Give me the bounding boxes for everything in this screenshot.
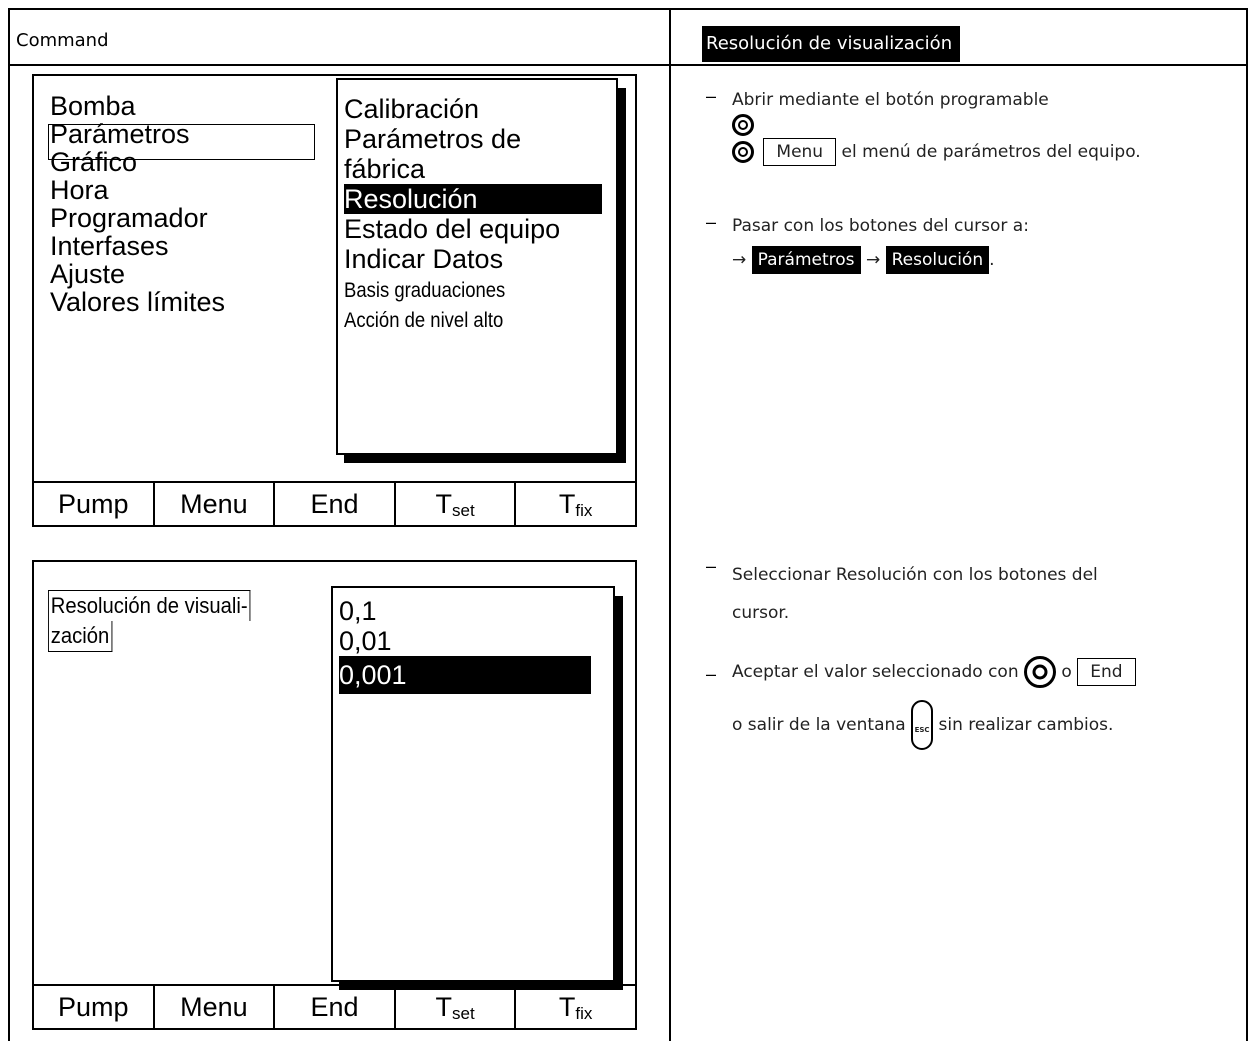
step2-dash: –	[706, 212, 717, 232]
menu-item-bomba[interactable]: Bomba	[50, 92, 225, 120]
knob-icon[interactable]	[1024, 656, 1057, 688]
step2-line2: → Parámetros → Resolución.	[732, 246, 1242, 274]
step4-line1: Aceptar el valor seleccionado con o End	[732, 656, 1242, 688]
step1-line1: Abrir mediante el botón programable	[732, 90, 1049, 110]
step4-dash: –	[706, 664, 717, 684]
softkey-tset[interactable]: Tset	[396, 483, 517, 525]
submenu-item-basis-graduaciones[interactable]: Basis graduaciones	[344, 276, 505, 306]
softkey-bar: Pump Menu End Tset Tfix	[34, 481, 635, 525]
softkey-tfix-sub: fix	[575, 501, 593, 520]
menu-key-inline[interactable]: Menu	[763, 138, 837, 166]
sel-resolucion: Resolución	[885, 246, 990, 274]
options-list: 0,1 0,01 0,001	[339, 596, 591, 694]
step3-line2: cursor.	[732, 603, 790, 623]
step4-line2-text-a: o salir de la ventana	[732, 715, 906, 735]
step1-text: Abrir mediante el botón programable Menu…	[732, 86, 1242, 166]
step2-text: Pasar con los botones del cursor a: → Pa…	[732, 212, 1242, 274]
step2-line1: Pasar con los botones del cursor a:	[732, 216, 1029, 236]
lcd-screen-menu: Bomba Parámetros Gráfico Hora Programado…	[32, 74, 637, 527]
step3-text: Seleccionar Resolución con los botones d…	[732, 556, 1242, 632]
lcd-screen-resolution: Resolución de visuali- zación 0,1 0,01 0…	[32, 560, 637, 1030]
step1-line2: Menu el menú de parámetros del equipo.	[732, 138, 1242, 166]
softkey-tfix[interactable]: Tfix	[516, 986, 635, 1028]
resolution-label-line2: zación	[48, 621, 113, 652]
knob-icon[interactable]	[732, 141, 754, 163]
table-left-border	[8, 8, 10, 1041]
menu-item-interfases[interactable]: Interfases	[50, 232, 225, 260]
softkey-tfix[interactable]: Tfix	[516, 483, 635, 525]
step4-line2: o salir de la ventana ESC sin realizar c…	[732, 700, 1242, 750]
submenu-item-estado-equipo[interactable]: Estado del equipo	[344, 214, 602, 244]
end-key-inline[interactable]: End	[1077, 658, 1136, 686]
sel-parametros: Parámetros	[751, 246, 861, 274]
step4-text: Aceptar el valor seleccionado con o End …	[732, 656, 1242, 750]
option-0-01[interactable]: 0,01	[339, 626, 591, 656]
softkey-tset-label: T	[435, 489, 452, 519]
esc-key-label: ESC	[914, 726, 930, 734]
arrow-icon: →	[865, 250, 881, 270]
softkey-tset[interactable]: Tset	[396, 986, 517, 1028]
step4-or: o	[1061, 662, 1072, 682]
softkey-bar-2: Pump Menu End Tset Tfix	[34, 984, 635, 1028]
option-0-001[interactable]: 0,001	[339, 656, 591, 694]
menu-item-hora[interactable]: Hora	[50, 176, 225, 204]
table-column-divider	[669, 8, 671, 1041]
step4-line1-text: Aceptar el valor seleccionado con	[732, 662, 1019, 682]
submenu-item-calibracion[interactable]: Calibración	[344, 94, 602, 124]
step1-knob-row	[732, 114, 1242, 138]
table-right-border	[1246, 8, 1248, 1041]
step4-line2-text-b: sin realizar cambios.	[938, 715, 1114, 735]
menu-item-valores-limites[interactable]: Valores límites	[50, 288, 225, 316]
knob-icon[interactable]	[732, 114, 754, 136]
table-header-divider	[8, 64, 1248, 66]
resolution-label: Resolución de visuali- zación	[48, 590, 251, 652]
step3-dash: –	[706, 556, 717, 576]
submenu-list-small: Basis graduaciones Acción de nivel alto	[344, 276, 505, 336]
submenu-item-indicar-datos[interactable]: Indicar Datos	[344, 244, 602, 274]
softkey-tset-label: T	[435, 992, 452, 1022]
step3-line1: Seleccionar Resolución con los botones d…	[732, 565, 1098, 585]
submenu-item-resolucion[interactable]: Resolución	[344, 184, 602, 214]
submenu-window: Calibración Parámetros de fábrica Resolu…	[336, 78, 618, 455]
softkey-tfix-label: T	[558, 992, 576, 1022]
softkey-tfix-label: T	[558, 489, 576, 519]
submenu-item-parametros-de[interactable]: Parámetros de	[344, 124, 602, 154]
softkey-end[interactable]: End	[275, 483, 396, 525]
softkey-tset-sub: set	[451, 501, 475, 520]
softkey-tset-sub: set	[451, 1004, 475, 1023]
header-section-title: Resolución de visualización	[702, 26, 961, 62]
table-top-border	[8, 8, 1248, 10]
resolution-label-line1: Resolución de visuali-	[48, 590, 251, 621]
options-window: 0,1 0,01 0,001	[331, 586, 615, 982]
esc-key-icon[interactable]: ESC	[911, 700, 934, 750]
softkey-pump[interactable]: Pump	[34, 986, 155, 1028]
softkey-menu[interactable]: Menu	[155, 986, 276, 1028]
softkey-end[interactable]: End	[275, 986, 396, 1028]
period: .	[989, 250, 995, 270]
menu-item-programador[interactable]: Programador	[50, 204, 225, 232]
softkey-tfix-sub: fix	[575, 1004, 593, 1023]
menu-selection-frame	[48, 124, 315, 160]
step1-line2-text: el menú de parámetros del equipo.	[841, 142, 1141, 162]
softkey-menu[interactable]: Menu	[155, 483, 276, 525]
submenu-item-fabrica[interactable]: fábrica	[344, 154, 602, 184]
header-command: Command	[16, 30, 109, 51]
menu-item-ajuste[interactable]: Ajuste	[50, 260, 225, 288]
step1-dash: –	[706, 86, 717, 106]
submenu-item-accion-nivel-alto[interactable]: Acción de nivel alto	[344, 306, 505, 336]
softkey-pump[interactable]: Pump	[34, 483, 155, 525]
option-0-1[interactable]: 0,1	[339, 596, 591, 626]
arrow-icon: →	[732, 250, 747, 270]
submenu-list: Calibración Parámetros de fábrica Resolu…	[344, 94, 602, 274]
